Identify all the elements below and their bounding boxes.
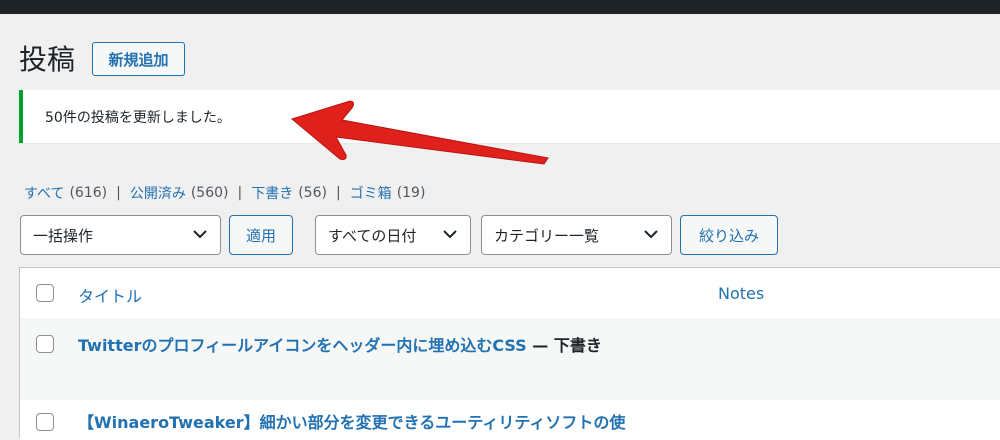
filter-trash-link[interactable]: ゴミ箱 (350, 183, 392, 203)
row-checkbox[interactable] (36, 413, 54, 431)
category-filter-value: カテゴリー一覧 (494, 226, 600, 245)
select-all-checkbox[interactable] (36, 284, 54, 302)
filter-trash-count: (19) (396, 185, 426, 201)
bulk-action-select[interactable]: 一括操作 (20, 215, 221, 255)
filter-button[interactable]: 絞り込み (680, 215, 778, 255)
add-new-post-button[interactable]: 新規追加 (92, 42, 185, 76)
post-title-link[interactable]: Twitterのプロフィールアイコンをヘッダー内に埋め込むCSS — 下書き (78, 332, 602, 356)
admin-bar (0, 0, 1000, 14)
bulk-action-value: 一括操作 (33, 226, 94, 245)
filter-separator: | (335, 185, 341, 201)
notice-message: 50件の投稿を更新しました。 (45, 109, 231, 126)
page-title: 投稿 (19, 43, 76, 76)
filter-draft-count: (56) (298, 185, 327, 201)
filter-all-link[interactable]: すべて (24, 183, 64, 203)
filter-separator: | (116, 185, 121, 201)
posts-table: タイトル Notes Twitterのプロフィールアイコンをヘッダー内に埋め込む… (19, 267, 1000, 440)
chevron-down-icon (443, 230, 457, 239)
post-title-text[interactable]: Twitterのプロフィールアイコンをヘッダー内に埋め込むCSS (78, 336, 527, 355)
filter-published-count: (560) (190, 185, 229, 201)
filter-published-link[interactable]: 公開済み (130, 183, 186, 203)
chevron-down-icon (193, 230, 207, 239)
apply-button[interactable]: 適用 (229, 215, 293, 255)
red-arrow-annotation (290, 100, 549, 165)
date-filter-select[interactable]: すべての日付 (315, 215, 471, 255)
post-state: — 下書き (526, 336, 602, 355)
column-title-header[interactable]: タイトル (78, 283, 142, 307)
arrow-shape (290, 100, 549, 165)
filter-draft-link[interactable]: 下書き (251, 183, 293, 203)
table-row: Twitterのプロフィールアイコンをヘッダー内に埋め込むCSS — 下書き (20, 318, 1000, 401)
table-header: タイトル Notes (20, 268, 1000, 319)
category-filter-select[interactable]: カテゴリー一覧 (481, 215, 672, 255)
filter-all-count: (616) (69, 185, 108, 201)
post-title-text[interactable]: 【WinaeroTweaker】細かい部分を変更できるユーティリティソフトの使 (78, 413, 625, 432)
date-filter-value: すべての日付 (328, 226, 417, 245)
filter-separator: | (237, 185, 243, 201)
post-title-link[interactable]: 【WinaeroTweaker】細かい部分を変更できるユーティリティソフトの使 (78, 409, 625, 433)
row-checkbox[interactable] (36, 335, 54, 353)
status-filter-links: すべて (616) | 公開済み (560) | 下書き (56) | ゴミ箱 … (24, 183, 425, 203)
column-notes-header[interactable]: Notes (718, 284, 764, 303)
table-row: 【WinaeroTweaker】細かい部分を変更できるユーティリティソフトの使 (20, 400, 1000, 440)
chevron-down-icon (644, 230, 658, 239)
